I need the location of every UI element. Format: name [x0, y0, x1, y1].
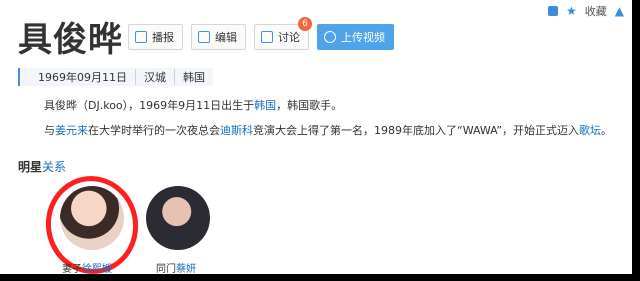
relation-name-link[interactable]: 蔡妍: [176, 264, 196, 275]
star-icon[interactable]: ★: [566, 4, 577, 18]
edit-label: 编辑: [215, 31, 237, 44]
relation-name-link[interactable]: 徐熙媛: [82, 264, 112, 275]
relation-caption-labelmate: 同门蔡妍: [156, 260, 196, 275]
add-icon[interactable]: [548, 6, 558, 16]
summary-paragraph-1: 具俊晔（DJ.koo），1969年9月11日出生于韩国，韩国歌手。: [44, 97, 342, 113]
basic-info-bar: 1969年09月11日 汉城 韩国: [18, 68, 213, 86]
plus-icon: [324, 31, 336, 43]
discuss-label: 讨论: [278, 31, 300, 44]
text: ，韩国歌手。: [276, 99, 343, 112]
text: 竞演大会上得了第一名，1989年底加入了“WAWA”，开始正式迈入: [253, 124, 580, 137]
relations-heading: 明星关系: [18, 158, 66, 175]
page-title: 具俊晔: [18, 20, 123, 60]
action-bar: 播报 编辑 讨论 6 上传视频: [128, 17, 394, 50]
text: 具俊晔（DJ.koo），1969年9月11日出生于: [44, 99, 255, 112]
summary-paragraph-2: 与姜元来在大学时举行的一次夜总会迪斯科竞演大会上得了第一名，1989年底加入了“…: [44, 122, 612, 138]
discuss-button[interactable]: 讨论 6: [254, 17, 312, 50]
upload-video-button[interactable]: 上传视频: [317, 24, 394, 50]
baike-page: ★ 收藏 ▲ 具俊晔 播报 编辑 讨论 6 上传视频 1969年09月11日 汉…: [0, 0, 632, 281]
relations-prefix: 明星: [18, 160, 43, 174]
black-edge: [632, 0, 640, 274]
link-jiang-yuanlai[interactable]: 姜元来: [55, 124, 88, 137]
nationality: 韩国: [183, 71, 205, 84]
like-icon[interactable]: ▲: [615, 4, 624, 18]
relations-link[interactable]: 关系: [42, 160, 66, 174]
discuss-count-badge: 6: [298, 17, 312, 31]
top-tools: ★ 收藏 ▲: [548, 2, 624, 20]
relation-role: 妻子: [62, 264, 82, 275]
broadcast-button[interactable]: 播报: [128, 24, 183, 50]
collect-label[interactable]: 收藏: [585, 3, 607, 19]
birthplace: 汉城: [136, 69, 175, 85]
link-music-scene[interactable]: 歌坛: [579, 124, 601, 137]
relation-caption-wife: 妻子徐熙媛: [62, 260, 112, 275]
comment-icon: [261, 31, 273, 43]
link-disco[interactable]: 迪斯科: [220, 124, 253, 137]
text: 与: [44, 124, 55, 137]
avatar-labelmate[interactable]: [146, 186, 210, 250]
birthdate: 1969年09月11日: [30, 69, 136, 85]
link-korea[interactable]: 韩国: [254, 99, 276, 112]
speaker-icon: [135, 31, 147, 43]
pencil-icon: [198, 31, 210, 43]
relation-role: 同门: [156, 264, 176, 275]
upload-video-label: 上传视频: [341, 31, 385, 44]
edit-button[interactable]: 编辑: [191, 24, 246, 50]
broadcast-label: 播报: [152, 31, 174, 44]
text: 在大学时举行的一次夜总会: [88, 124, 220, 137]
text: 。: [601, 124, 613, 137]
